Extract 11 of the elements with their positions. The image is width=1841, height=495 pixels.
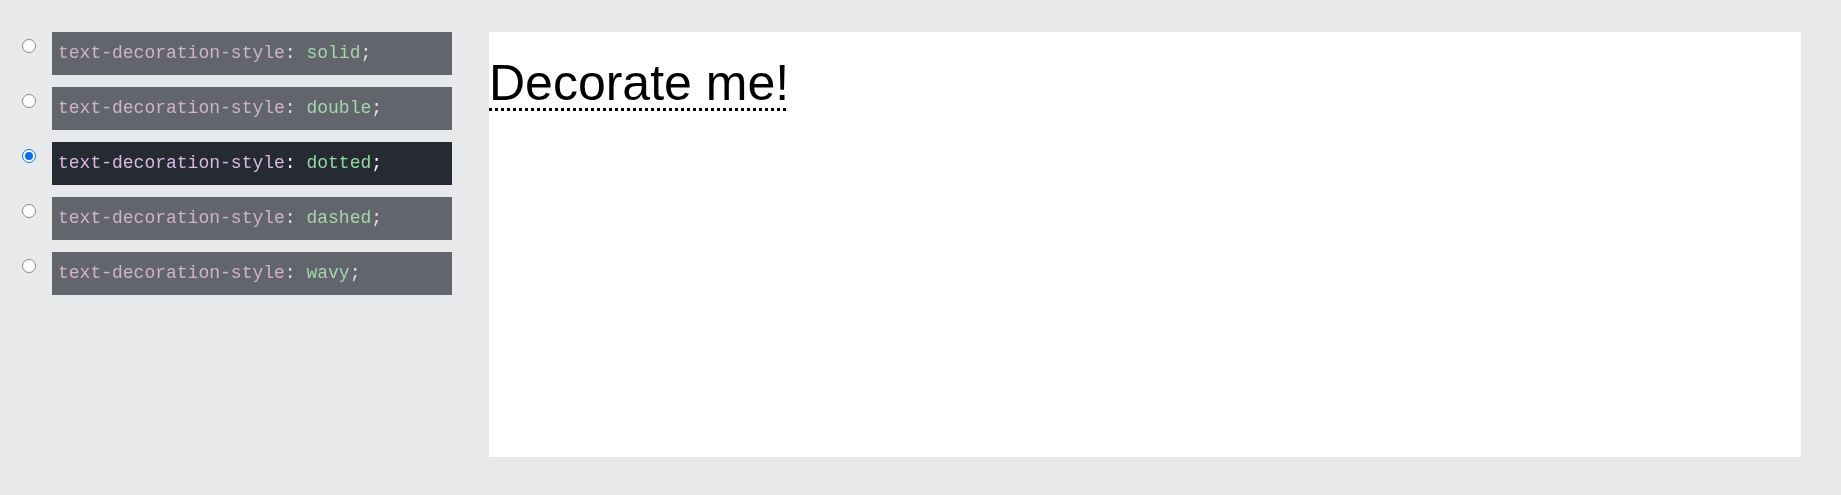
code-option[interactable]: text-decoration-style: dashed; bbox=[52, 197, 452, 240]
radio-button[interactable] bbox=[22, 204, 36, 218]
radio-button[interactable] bbox=[22, 94, 36, 108]
radio-button[interactable] bbox=[22, 259, 36, 273]
radio-button[interactable] bbox=[22, 149, 36, 163]
code-option[interactable]: text-decoration-style: dotted; bbox=[52, 142, 452, 185]
code-option[interactable]: text-decoration-style: double; bbox=[52, 87, 452, 130]
code-option[interactable]: text-decoration-style: wavy; bbox=[52, 252, 452, 295]
decorated-text: Decorate me! bbox=[489, 55, 790, 111]
code-option[interactable]: text-decoration-style: solid; bbox=[52, 32, 452, 75]
radio-button[interactable] bbox=[22, 39, 36, 53]
